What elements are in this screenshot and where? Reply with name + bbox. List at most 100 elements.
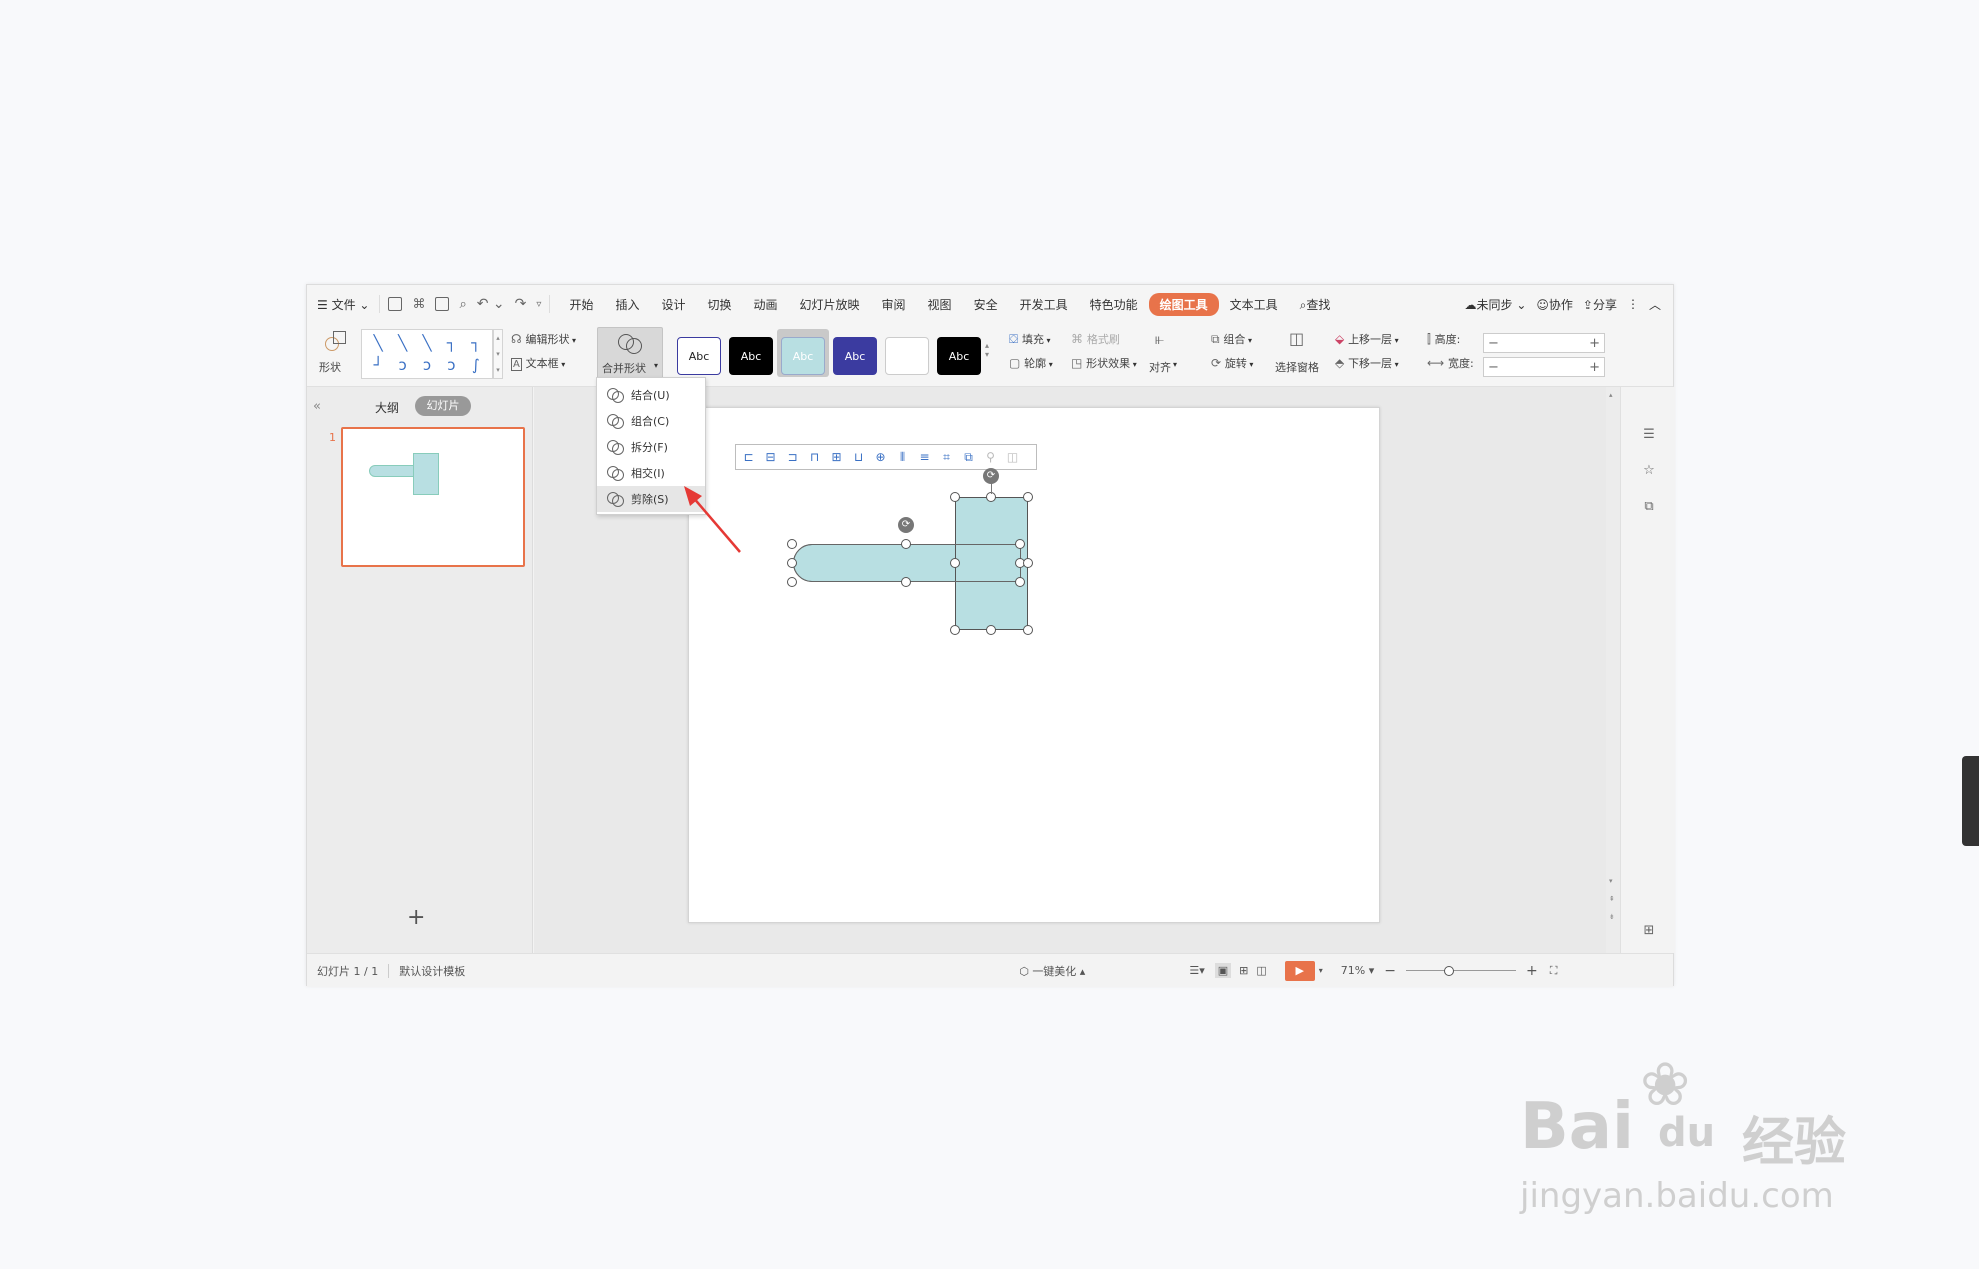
shape-effect-button[interactable]: ◳ 形状效果 ▾ bbox=[1071, 355, 1137, 371]
normal-view-icon[interactable]: ▣ bbox=[1214, 963, 1232, 978]
zoom-out-button[interactable]: − bbox=[1384, 963, 1396, 979]
curved-double-arrow-icon[interactable]: ↄ bbox=[439, 354, 463, 376]
elbow-double-arrow-icon[interactable]: ┘ bbox=[366, 354, 390, 376]
tab-review[interactable]: 审阅 bbox=[871, 293, 917, 316]
grid-view-icon[interactable]: ⊞ bbox=[1641, 923, 1657, 939]
tab-animation[interactable]: 动画 bbox=[743, 293, 789, 316]
arrow-line-icon[interactable]: ╲ bbox=[390, 332, 414, 354]
vertical-scrollbar[interactable]: ▴ ▾ ⇞ ⇟ bbox=[1606, 387, 1620, 953]
menu-item-intersect[interactable]: 相交(I) bbox=[597, 460, 705, 486]
collapse-ribbon-icon[interactable]: ︿ bbox=[1649, 296, 1661, 313]
tab-view[interactable]: 视图 bbox=[917, 293, 963, 316]
tab-home[interactable]: 开始 bbox=[558, 293, 604, 316]
resize-handle[interactable] bbox=[950, 558, 960, 568]
add-slide-button[interactable]: + bbox=[407, 905, 425, 930]
share-button[interactable]: ⇪分享 bbox=[1583, 296, 1617, 313]
zoom-thumb[interactable] bbox=[1444, 965, 1454, 976]
tab-security[interactable]: 安全 bbox=[963, 293, 1009, 316]
menu-item-fragment[interactable]: 拆分(F) bbox=[597, 434, 705, 460]
outline-button[interactable]: ▢ 轮廓 ▾ bbox=[1009, 355, 1053, 371]
tab-outline[interactable]: 大纲 bbox=[375, 399, 399, 416]
width-decrease-button[interactable]: − bbox=[1488, 360, 1499, 375]
play-slideshow-button[interactable]: ▶ bbox=[1284, 960, 1315, 981]
resize-handle[interactable] bbox=[901, 577, 911, 587]
distribute-horizontal-icon[interactable]: ⫴ bbox=[894, 449, 911, 465]
undo-icon[interactable]: ↶ ⌄ bbox=[477, 296, 505, 312]
resize-handle[interactable] bbox=[950, 625, 960, 635]
height-increase-button[interactable]: + bbox=[1589, 336, 1600, 351]
resize-handle[interactable] bbox=[1023, 492, 1033, 502]
animation-icon[interactable]: ☆ bbox=[1641, 463, 1657, 479]
align-center-icon[interactable]: ⊟ bbox=[762, 449, 779, 465]
crop-icon[interactable]: ⌗ bbox=[938, 449, 955, 465]
elbow-arrow-icon[interactable]: ┐ bbox=[464, 332, 488, 354]
align-left-icon[interactable]: ⊏ bbox=[740, 449, 757, 465]
send-backward-button[interactable]: ⬘ 下移一层 ▾ bbox=[1335, 355, 1399, 371]
template-name[interactable]: 默认设计模板 bbox=[399, 963, 465, 979]
edit-shape-button[interactable]: ☊ 编辑形状 ▾ bbox=[511, 331, 576, 347]
zoom-level[interactable]: 71% ▾ bbox=[1341, 964, 1374, 977]
align-bottom-icon[interactable]: ⊔ bbox=[850, 449, 867, 465]
slide-thumbnail[interactable] bbox=[341, 427, 525, 567]
sorter-view-icon[interactable]: ⊞ bbox=[1239, 964, 1248, 977]
fill-button[interactable]: ⛋ 填充 ▾ bbox=[1009, 331, 1051, 347]
search-button[interactable]: ⌕查找 bbox=[1289, 293, 1342, 316]
width-input[interactable]: − + bbox=[1483, 357, 1605, 377]
menu-item-combine[interactable]: 组合(C) bbox=[597, 408, 705, 434]
shape-format-icon[interactable]: ⧉ bbox=[1641, 499, 1657, 515]
height-decrease-button[interactable]: − bbox=[1488, 336, 1499, 351]
curved-connector-icon[interactable]: ↄ bbox=[390, 354, 414, 376]
freeform-icon[interactable]: ∫ bbox=[464, 354, 488, 376]
more-icon[interactable]: ⋮ bbox=[1627, 297, 1639, 311]
preview-icon[interactable]: ⌕ bbox=[459, 297, 466, 312]
resize-handle[interactable] bbox=[901, 539, 911, 549]
align-middle-icon[interactable]: ⊞ bbox=[828, 449, 845, 465]
zoom-slider[interactable] bbox=[1406, 965, 1516, 976]
style-swatch-teal[interactable]: Abc bbox=[781, 337, 825, 375]
tab-transition[interactable]: 切换 bbox=[696, 293, 742, 316]
resize-handle[interactable] bbox=[986, 625, 996, 635]
text-box-button[interactable]: A 文本框 ▾ bbox=[511, 355, 565, 371]
scroll-up-icon[interactable]: ▴ bbox=[1609, 391, 1613, 399]
height-input[interactable]: − + bbox=[1483, 333, 1605, 353]
tab-design[interactable]: 设计 bbox=[650, 293, 696, 316]
tab-slides[interactable]: 幻灯片 bbox=[415, 396, 471, 416]
tab-insert[interactable]: 插入 bbox=[604, 293, 650, 316]
fit-window-icon[interactable]: ⛶ bbox=[1550, 964, 1558, 978]
next-slide-icon[interactable]: ⇟ bbox=[1609, 913, 1615, 921]
resize-handle[interactable] bbox=[1015, 539, 1025, 549]
beautify-button[interactable]: ⬡ 一键美化 ▴ bbox=[1019, 963, 1085, 979]
style-gallery-more[interactable]: ▴ ▾ bbox=[985, 341, 989, 359]
file-menu[interactable]: ☰ 文件 ⌄ bbox=[307, 296, 379, 313]
prev-slide-icon[interactable]: ⇞ bbox=[1609, 895, 1615, 903]
style-swatch-navy[interactable]: Abc bbox=[833, 337, 877, 375]
distribute-vertical-icon[interactable]: ≡ bbox=[916, 449, 933, 465]
align-right-icon[interactable]: ⊐ bbox=[784, 449, 801, 465]
menu-item-union[interactable]: 结合(U) bbox=[597, 382, 705, 408]
group-button[interactable]: ⧉ 组合 ▾ bbox=[1211, 331, 1252, 347]
elbow-connector-icon[interactable]: ┐ bbox=[439, 332, 463, 354]
bring-forward-button[interactable]: ⬙ 上移一层 ▾ bbox=[1335, 331, 1399, 347]
sync-button[interactable]: ☁未同步 ⌄ bbox=[1464, 296, 1526, 313]
resize-handle[interactable] bbox=[787, 558, 797, 568]
slide-canvas[interactable]: ⊏ ⊟ ⊐ ⊓ ⊞ ⊔ ⊕ ⫴ ≡ ⌗ ⧉ ⚲ ◫ ⟳ ⟳ bbox=[688, 407, 1380, 923]
resize-handle[interactable] bbox=[1015, 577, 1025, 587]
rotate-button[interactable]: ⟳ 旋转 ▾ bbox=[1211, 355, 1253, 371]
shape-gallery[interactable]: ╲ ╲ ╲ ┐ ┐ ┘ ↄ ↄ ↄ ∫ bbox=[361, 329, 493, 379]
style-swatch-white[interactable] bbox=[885, 337, 929, 375]
notes-icon[interactable]: ☰▾ bbox=[1189, 964, 1204, 977]
align-page-center-icon[interactable]: ⊕ bbox=[872, 449, 889, 465]
redo-icon[interactable]: ↷ bbox=[515, 296, 527, 312]
rotate-handle-icon[interactable]: ⟳ bbox=[898, 517, 914, 533]
scroll-down-icon[interactable]: ▾ bbox=[1609, 877, 1613, 885]
width-increase-button[interactable]: + bbox=[1589, 360, 1600, 375]
resize-handle[interactable] bbox=[787, 539, 797, 549]
zoom-in-button[interactable]: + bbox=[1526, 963, 1538, 979]
play-options-icon[interactable]: ▾ bbox=[1319, 966, 1323, 975]
resize-handle[interactable] bbox=[1023, 625, 1033, 635]
line-icon[interactable]: ╲ bbox=[366, 332, 390, 354]
save-icon[interactable] bbox=[388, 297, 403, 311]
external-scroll-knob[interactable] bbox=[1962, 756, 1979, 846]
gallery-scroll[interactable]: ▴ ▾ ▾ bbox=[493, 329, 503, 379]
style-swatch-black-2[interactable]: Abc bbox=[937, 337, 981, 375]
